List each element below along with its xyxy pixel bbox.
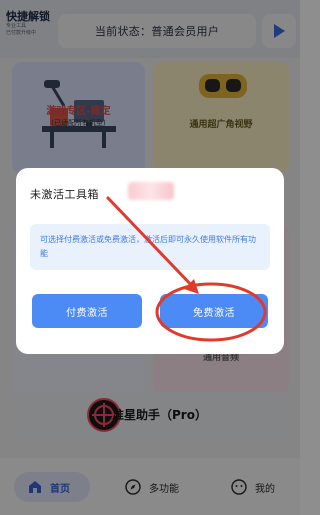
dialog-title: 未激活工具箱: [30, 188, 99, 201]
free-activate-button[interactable]: 免费激活: [160, 294, 268, 328]
redacted-text: [128, 182, 174, 200]
activation-dialog: 未激活工具箱 可选择付费激活或免费激活，激活后即可永久使用软件所有功能 付费激活…: [16, 168, 284, 354]
paid-activate-button[interactable]: 付费激活: [32, 294, 142, 328]
activation-info: 可选择付费激活或免费激活，激活后即可永久使用软件所有功能: [30, 224, 270, 270]
